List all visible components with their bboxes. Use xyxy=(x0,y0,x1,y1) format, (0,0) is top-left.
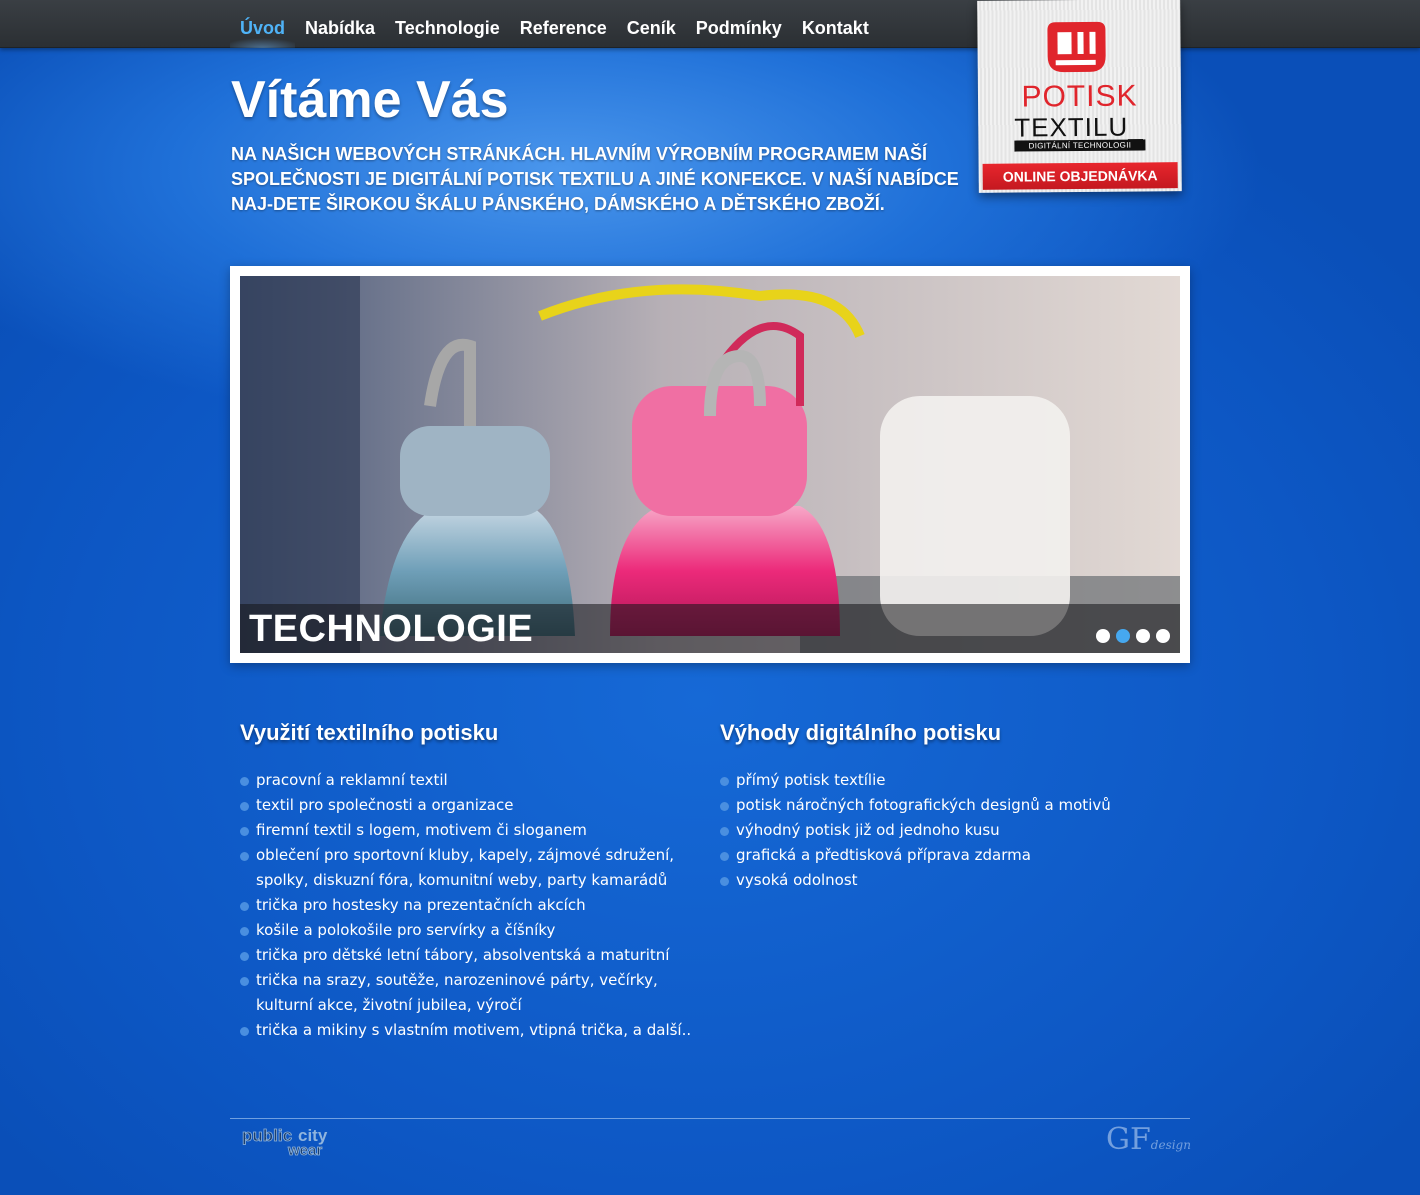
nav-item-cenik[interactable]: Ceník xyxy=(617,0,686,48)
footer-divider xyxy=(230,1118,1190,1119)
gf-design-logo[interactable]: GFdesign xyxy=(1106,1122,1191,1157)
nav-item-reference[interactable]: Reference xyxy=(510,0,617,48)
list-item: pracovní a reklamní textil xyxy=(240,768,700,793)
gf-logo-text: GF xyxy=(1106,1122,1151,1157)
page-title: Vítáme Vás xyxy=(231,71,509,129)
usage-list: pracovní a reklamní textil textil pro sp… xyxy=(240,768,700,1043)
slider-caption-title[interactable]: TECHNOLOGIE xyxy=(249,608,533,651)
list-item: vysoká odolnost xyxy=(720,868,1180,893)
publicity-wear-logo[interactable]: public city wear xyxy=(240,1125,358,1157)
advantages-section: Výhody digitálního potisku přímý potisk … xyxy=(720,718,1180,893)
svg-text:public: public xyxy=(242,1126,292,1145)
online-order-logo-card[interactable]: POTISK TEXTILU_ DIGITÁLNÍ TECHNOLOGII ON… xyxy=(977,0,1182,193)
list-item: přímý potisk textílie xyxy=(720,768,1180,793)
list-item: trička a mikiny s vlastním motivem, vtip… xyxy=(240,1018,700,1043)
usage-heading: Využití textilního potisku xyxy=(240,720,499,745)
list-item: textil pro společnosti a organizace xyxy=(240,793,700,818)
slider-image-ink-bottles xyxy=(240,276,1180,653)
list-item: trička na srazy, soutěže, narozeninové p… xyxy=(240,968,700,1018)
nav-item-kontakt[interactable]: Kontakt xyxy=(792,0,879,48)
list-item: oblečení pro sportovní kluby, kapely, zá… xyxy=(240,843,700,893)
ink-bottles-illustration xyxy=(240,276,1180,653)
advantages-list: přímý potisk textílie potisk náročných f… xyxy=(720,768,1180,893)
image-slider: TECHNOLOGIE xyxy=(230,266,1190,663)
top-navigation-bar: Úvod Nabídka Technologie Reference Ceník… xyxy=(0,0,1420,48)
list-item: košile a polokošile pro servírky a číšní… xyxy=(240,918,700,943)
slider-caption-bar: TECHNOLOGIE xyxy=(240,604,1180,653)
list-item: výhodný potisk již od jednoho kusu xyxy=(720,818,1180,843)
advantages-heading: Výhody digitálního potisku xyxy=(720,720,1002,745)
nav-item-technologie[interactable]: Technologie xyxy=(385,0,510,48)
logo-tagline: DIGITÁLNÍ TECHNOLOGII xyxy=(1014,139,1146,152)
main-nav: Úvod Nabídka Technologie Reference Ceník… xyxy=(230,0,879,48)
list-item: trička pro dětské letní tábory, absolven… xyxy=(240,943,700,968)
online-order-button[interactable]: ONLINE OBJEDNÁVKA xyxy=(982,162,1178,190)
list-item: potisk náročných fotografických designů … xyxy=(720,793,1180,818)
list-item: firemní textil s logem, motivem či sloga… xyxy=(240,818,700,843)
svg-text:wear: wear xyxy=(287,1142,322,1157)
gf-logo-sub: design xyxy=(1150,1138,1191,1152)
potisk-textilu-logo-mark xyxy=(1047,21,1106,73)
slider-pagination xyxy=(1096,629,1170,643)
list-item: trička pro hostesky na prezentačních akc… xyxy=(240,893,700,918)
usage-section: Využití textilního potisku pracovní a re… xyxy=(240,718,700,1043)
nav-item-podminky[interactable]: Podmínky xyxy=(686,0,792,48)
nav-item-uvod[interactable]: Úvod xyxy=(230,0,295,48)
nav-item-nabidka[interactable]: Nabídka xyxy=(295,0,385,48)
slider-dot-1[interactable] xyxy=(1096,629,1110,643)
list-item: grafická a předtisková příprava zdarma xyxy=(720,843,1180,868)
slider-dot-2[interactable] xyxy=(1116,629,1130,643)
logo-potisk-text: POTISK xyxy=(1021,79,1138,114)
hero-subtitle: NA NAŠICH WEBOVÝCH STRÁNKÁCH. HLAVNÍM VÝ… xyxy=(231,144,959,214)
slider-dot-3[interactable] xyxy=(1136,629,1150,643)
slider-dot-4[interactable] xyxy=(1156,629,1170,643)
